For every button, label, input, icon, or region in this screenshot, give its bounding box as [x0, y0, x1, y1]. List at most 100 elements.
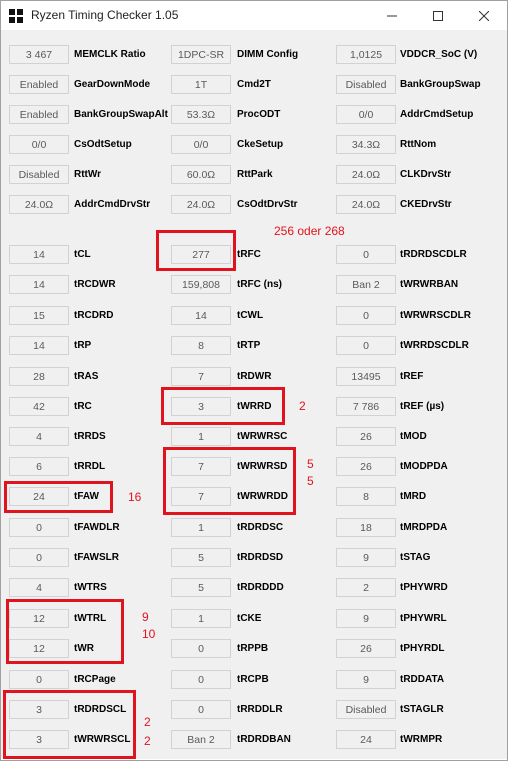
twrwrban-value[interactable]: Ban 2	[336, 275, 396, 294]
trdrdban-label: tRDRDBAN	[237, 734, 291, 745]
trdrddd-label: tRDRDDD	[237, 582, 284, 593]
tphyrdl-value[interactable]: 26	[336, 639, 396, 658]
trrds-value[interactable]: 4	[9, 427, 69, 446]
tphywrl-value[interactable]: 9	[336, 609, 396, 628]
window-title: Ryzen Timing Checker 1.05	[31, 8, 179, 22]
bankgroupswapalt-value[interactable]: Enabled	[9, 105, 69, 124]
tmrd-value[interactable]: 8	[336, 487, 396, 506]
tmrd-label: tMRD	[400, 491, 427, 502]
ckedrvstr-value[interactable]: 24.0Ω	[336, 195, 396, 214]
tstaglr-value[interactable]: Disabled	[336, 700, 396, 719]
bankgroupswapalt-label: BankGroupSwapAlt	[74, 109, 168, 120]
tref-s-value[interactable]: 7 786	[336, 397, 396, 416]
trp-value[interactable]: 14	[9, 336, 69, 355]
csodtdrvstr-value[interactable]: 24.0Ω	[171, 195, 231, 214]
tras-value[interactable]: 28	[9, 367, 69, 386]
tcl-value[interactable]: 14	[9, 245, 69, 264]
trfc-ns-value[interactable]: 159,808	[171, 275, 231, 294]
trdrdban-value[interactable]: Ban 2	[171, 730, 231, 749]
memclk-ratio-label: MEMCLK Ratio	[74, 49, 146, 60]
tref-value[interactable]: 13495	[336, 367, 396, 386]
procodt-label: ProcODT	[237, 109, 281, 120]
twtrs-value[interactable]: 4	[9, 578, 69, 597]
tstag-label: tSTAG	[400, 552, 431, 563]
tmod-value[interactable]: 26	[336, 427, 396, 446]
memclk-ratio-value[interactable]: 3 467	[9, 45, 69, 64]
tfawdlr-value[interactable]: 0	[9, 518, 69, 537]
tmrdpda-label: tMRDPDA	[400, 522, 448, 533]
addrcmddrvstr-label: AddrCmdDrvStr	[74, 199, 151, 210]
twrrdscdlr-value[interactable]: 0	[336, 336, 396, 355]
rttwr-label: RttWr	[74, 169, 102, 180]
tcke-value[interactable]: 1	[171, 609, 231, 628]
clkdrvstr-value[interactable]: 24.0Ω	[336, 165, 396, 184]
cmd2t-value[interactable]: 1T	[171, 75, 231, 94]
dimm-config-value[interactable]: 1DPC-SR	[171, 45, 231, 64]
clkdrvstr-label: CLKDrvStr	[400, 169, 452, 180]
twtrs-label: tWTRS	[74, 582, 107, 593]
bankgroupswap-value[interactable]: Disabled	[336, 75, 396, 94]
tmodpda-label: tMODPDA	[400, 461, 448, 472]
trcdwr-value[interactable]: 14	[9, 275, 69, 294]
highlight-trdrdscl-twrwrscl	[3, 690, 136, 759]
tstag-value[interactable]: 9	[336, 548, 396, 567]
trc-value[interactable]: 42	[9, 397, 69, 416]
vddcr-soc-v-label: VDDCR_SoC (V)	[400, 49, 478, 60]
highlight-twtrl-twr	[6, 599, 124, 664]
ckedrvstr-label: CKEDrvStr	[400, 199, 452, 210]
tfawslr-value[interactable]: 0	[9, 548, 69, 567]
trdrdsd-label: tRDRDSD	[237, 552, 284, 563]
tcwl-label: tCWL	[237, 310, 264, 321]
trddata-value[interactable]: 9	[336, 670, 396, 689]
trtp-value[interactable]: 8	[171, 336, 231, 355]
tmrdpda-value[interactable]: 18	[336, 518, 396, 537]
trrddlr-label: tRRDDLR	[237, 704, 283, 715]
trdrdscdlr-value[interactable]: 0	[336, 245, 396, 264]
tphywrd-value[interactable]: 2	[336, 578, 396, 597]
addrcmdsetup-value[interactable]: 0/0	[336, 105, 396, 124]
trcpage-value[interactable]: 0	[9, 670, 69, 689]
highlight-twrrd	[161, 387, 285, 425]
tphywrd-label: tPHYWRD	[400, 582, 448, 593]
close-button[interactable]	[461, 1, 507, 30]
tcl-label: tCL	[74, 249, 91, 260]
annotation-twrwrscl: 2	[144, 734, 151, 748]
trdrddd-value[interactable]: 5	[171, 578, 231, 597]
minimize-icon	[387, 15, 397, 17]
procodt-value[interactable]: 53.3Ω	[171, 105, 231, 124]
tmodpda-value[interactable]: 26	[336, 457, 396, 476]
annotation-trfc: 256 oder 268	[274, 224, 345, 238]
annotation-twrrd: 2	[299, 399, 306, 413]
maximize-button[interactable]	[415, 1, 461, 30]
ckesetup-value[interactable]: 0/0	[171, 135, 231, 154]
trppb-value[interactable]: 0	[171, 639, 231, 658]
rttpark-value[interactable]: 60.0Ω	[171, 165, 231, 184]
rttwr-value[interactable]: Disabled	[9, 165, 69, 184]
trdwr-value[interactable]: 7	[171, 367, 231, 386]
trdrdsd-value[interactable]: 5	[171, 548, 231, 567]
addrcmddrvstr-value[interactable]: 24.0Ω	[9, 195, 69, 214]
minimize-button[interactable]	[369, 1, 415, 30]
trrdl-value[interactable]: 6	[9, 457, 69, 476]
trppb-label: tRPPB	[237, 643, 269, 654]
maximize-icon	[433, 11, 443, 22]
ckesetup-label: CkeSetup	[237, 139, 284, 150]
twrwrban-label: tWRWRBAN	[400, 279, 459, 290]
trp-label: tRP	[74, 340, 92, 351]
trdrdsc-value[interactable]: 1	[171, 518, 231, 537]
trcdrd-value[interactable]: 15	[9, 306, 69, 325]
rttnom-value[interactable]: 34.3Ω	[336, 135, 396, 154]
title-bar[interactable]: Ryzen Timing Checker 1.05	[1, 1, 507, 30]
trddata-label: tRDDATA	[400, 674, 445, 685]
twrwrsc-value[interactable]: 1	[171, 427, 231, 446]
vddcr-soc-v-value[interactable]: 1,0125	[336, 45, 396, 64]
highlight-tfaw	[4, 481, 113, 513]
twrwrscdlr-value[interactable]: 0	[336, 306, 396, 325]
trrddlr-value[interactable]: 0	[171, 700, 231, 719]
twrmpr-value[interactable]: 24	[336, 730, 396, 749]
csodtsetup-value[interactable]: 0/0	[9, 135, 69, 154]
geardownmode-value[interactable]: Enabled	[9, 75, 69, 94]
trcpb-value[interactable]: 0	[171, 670, 231, 689]
annotation-twr: 10	[142, 627, 156, 641]
tcwl-value[interactable]: 14	[171, 306, 231, 325]
